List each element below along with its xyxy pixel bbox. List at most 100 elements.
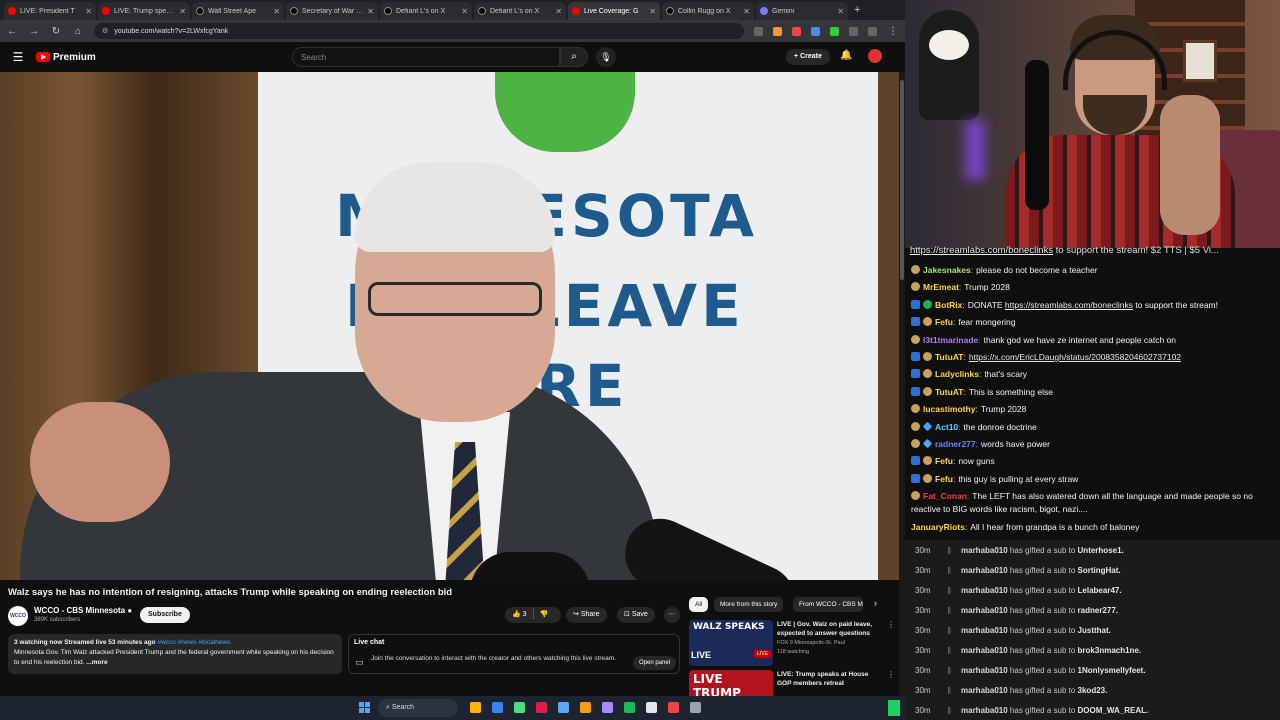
tab-close-icon[interactable]: ✕ — [367, 7, 374, 16]
related-title[interactable]: LIVE: Trump speaks at House GOP members … — [777, 670, 883, 688]
more-actions-button[interactable]: ⋯ — [664, 607, 680, 623]
taskbar-search[interactable]: ⌕ Search — [378, 699, 458, 717]
tab-close-icon[interactable]: ✕ — [461, 7, 468, 16]
app-icon[interactable] — [536, 702, 547, 713]
gift-recipient[interactable]: DOOM_WA_REAL. — [1078, 706, 1149, 715]
channel-name[interactable]: WCCO - CBS Minnesota ● — [34, 606, 132, 615]
chip-all[interactable]: All — [689, 597, 709, 612]
gift-recipient[interactable]: 3kod23. — [1078, 686, 1108, 695]
extension-icon[interactable] — [830, 26, 839, 36]
share-button[interactable]: ↪ Share — [566, 607, 607, 623]
chat-username[interactable]: l3t1tmarinade — [923, 335, 978, 345]
chat-username[interactable]: BotRix — [935, 300, 962, 310]
related-thumbnail[interactable]: WALZ SPEAKS LIVE LIVE — [689, 620, 773, 666]
dislike-button[interactable]: 👎 — [540, 611, 549, 618]
chat-link[interactable]: https://streamlabs.com/boneclinks — [1005, 300, 1133, 310]
app-icon[interactable] — [602, 702, 613, 713]
chat-username[interactable]: Fat_Conan — [923, 491, 967, 501]
gift-recipient[interactable]: radner277. — [1078, 606, 1118, 615]
folder-icon[interactable] — [580, 702, 591, 713]
chat-username[interactable]: Fefu — [935, 456, 953, 466]
chat-username[interactable]: Ladyclinks — [935, 369, 979, 379]
new-tab-icon[interactable]: + — [854, 4, 860, 16]
url-field[interactable]: ⚙ youtube.com/watch?v=2LWxfcgYank — [94, 23, 744, 39]
browser-tab[interactable]: LIVE: President T ✕ — [4, 2, 96, 20]
gift-sender[interactable]: marhaba010 — [961, 666, 1008, 675]
settings-icon[interactable] — [646, 702, 657, 713]
chat-username[interactable]: TutuAT — [935, 387, 963, 397]
description-box[interactable]: 3 watching now Streamed live 53 minutes … — [8, 634, 342, 674]
chat-username[interactable]: JanuaryRiots — [911, 522, 965, 532]
subscribe-button[interactable]: Subscribe — [140, 607, 190, 623]
more-dots-icon[interactable]: ⋮ — [887, 620, 895, 629]
gift-recipient[interactable]: SortingHat. — [1078, 566, 1121, 575]
related-channel[interactable]: FOX 9 Minneapolis-St. Paul — [777, 640, 845, 646]
like-button[interactable]: 👍 3 — [512, 611, 527, 618]
gift-recipient[interactable]: Justthat. — [1078, 626, 1111, 635]
tab-close-icon[interactable]: ✕ — [837, 7, 844, 16]
video-player[interactable]: MINNESOTA HAD LEAVE HERE — [0, 72, 899, 580]
gift-recipient[interactable]: Lelabear47. — [1078, 586, 1122, 595]
chat-username[interactable]: lucastimothy — [923, 404, 975, 414]
tab-close-icon[interactable]: ✕ — [273, 7, 280, 16]
browser-tab[interactable]: LIVE: Trump speaks ✕ — [98, 2, 190, 20]
chrome-icon[interactable] — [558, 702, 569, 713]
gift-sender[interactable]: marhaba010 — [961, 626, 1008, 635]
app-icon[interactable] — [668, 702, 679, 713]
description-more-link[interactable]: ...more — [86, 659, 107, 666]
tab-close-icon[interactable]: ✕ — [179, 7, 186, 16]
home-icon[interactable]: ⌂ — [72, 26, 84, 37]
forward-icon[interactable]: → — [28, 26, 40, 37]
extension-icon[interactable] — [811, 26, 820, 36]
chip-from-channel[interactable]: From WCCO - CBS Minnesota — [793, 597, 863, 612]
gift-recipient[interactable]: brok3nmach1ne. — [1078, 646, 1142, 655]
donate-link[interactable]: https://streamlabs.com/boneclinks — [910, 245, 1053, 256]
chip-more-from-story[interactable]: More from this story — [714, 597, 784, 612]
chevron-right-icon[interactable]: › — [874, 598, 877, 608]
related-video[interactable]: WALZ SPEAKS LIVE LIVE LIVE | Gov. Walz o… — [689, 620, 897, 668]
tab-close-icon[interactable]: ✕ — [85, 7, 92, 16]
related-title[interactable]: LIVE | Gov. Walz on paid leave, expected… — [777, 620, 883, 638]
tab-close-icon[interactable]: ✕ — [649, 7, 656, 16]
gift-sender[interactable]: marhaba010 — [961, 566, 1008, 575]
description-tags[interactable]: #wcco #news #localnews — [157, 639, 230, 646]
page-scrollbar-thumb[interactable] — [900, 80, 904, 280]
browser-tab[interactable]: Live Coverage: G ✕ — [568, 2, 660, 20]
search-input[interactable]: Search — [292, 47, 560, 67]
gift-sender[interactable]: marhaba010 — [961, 546, 1008, 555]
gift-sender[interactable]: marhaba010 — [961, 606, 1008, 615]
save-button[interactable]: ⊡ Save — [617, 607, 655, 623]
gift-sender[interactable]: marhaba010 — [961, 706, 1008, 715]
youtube-logo[interactable]: Premium — [36, 52, 96, 63]
reload-icon[interactable]: ↻ — [50, 26, 62, 37]
create-button[interactable]: + Create — [786, 49, 830, 65]
gift-recipient[interactable]: 1Nonlysmellyfeet. — [1078, 666, 1146, 675]
search-button[interactable]: ⌕ — [560, 47, 588, 67]
extension-icon[interactable] — [773, 26, 782, 36]
open-panel-button[interactable]: Open panel — [633, 656, 677, 670]
gift-sender[interactable]: marhaba010 — [961, 586, 1008, 595]
gift-sender[interactable]: marhaba010 — [961, 646, 1008, 655]
windows-start-icon[interactable] — [359, 702, 370, 713]
extension-icon[interactable] — [849, 26, 858, 36]
back-icon[interactable]: ← — [6, 26, 18, 37]
voice-search-button[interactable]: 🎙 — [596, 47, 616, 67]
site-info-icon[interactable]: ⚙ — [102, 27, 108, 35]
tab-close-icon[interactable]: ✕ — [743, 7, 750, 16]
related-video[interactable]: LIVE TRUMP LIVE: Trump speaks at House G… — [689, 670, 897, 696]
chat-username[interactable]: Jakesnakes — [923, 265, 971, 275]
browser-tab[interactable]: Wall Street Ape ✕ — [192, 2, 284, 20]
chat-username[interactable]: radner277 — [935, 439, 976, 449]
account-avatar[interactable] — [868, 49, 882, 63]
app-icon[interactable] — [690, 702, 701, 713]
browser-tab[interactable]: Defiant L's on X ✕ — [380, 2, 472, 20]
extension-icon[interactable] — [792, 26, 801, 36]
hamburger-menu-icon[interactable]: ☰ — [0, 50, 36, 64]
chat-link[interactable]: https://x.com/EricLDaugh/status/20083582… — [969, 352, 1181, 362]
browser-tab[interactable]: Gemini ✕ — [756, 2, 848, 20]
gift-sender[interactable]: marhaba010 — [961, 686, 1008, 695]
tab-close-icon[interactable]: ✕ — [555, 7, 562, 16]
chat-username[interactable]: MrEmeat — [923, 282, 959, 292]
menu-dots-icon[interactable]: ⋮ — [887, 26, 899, 37]
browser-icon[interactable] — [492, 702, 503, 713]
